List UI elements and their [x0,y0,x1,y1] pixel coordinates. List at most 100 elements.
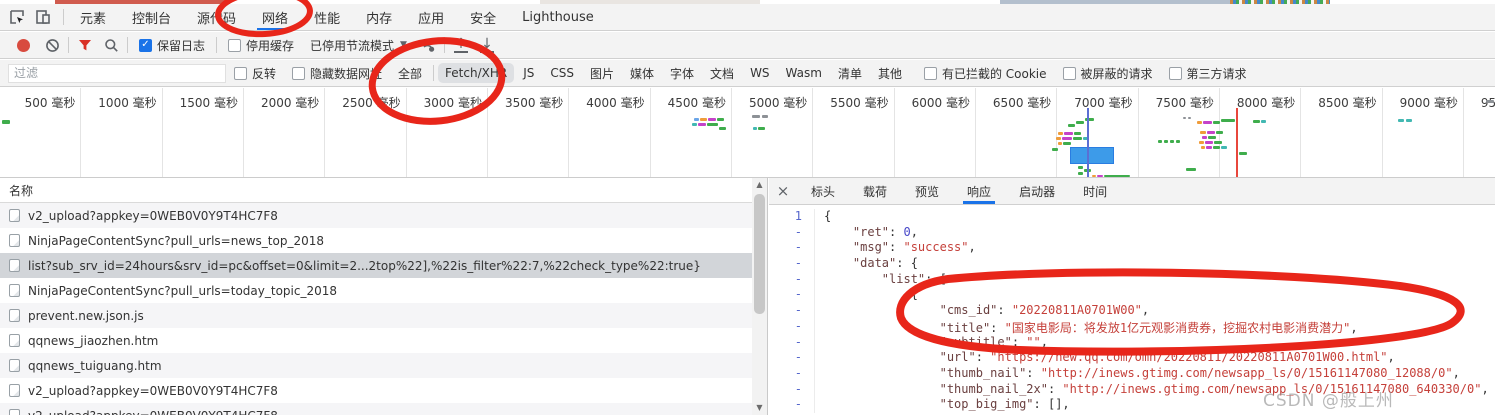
code-text: "msg": "success", [852,240,976,255]
invert-label: 反转 [252,66,277,81]
gutter-marker[interactable]: - [769,350,815,366]
filter-icon[interactable] [72,33,98,57]
gutter-marker[interactable]: - [769,256,815,272]
tab-源代码[interactable]: 源代码 [184,4,249,30]
waterfall-mark [752,115,760,118]
gutter-marker[interactable]: - [769,397,815,413]
network-conditions-icon[interactable] [415,33,441,57]
tab-性能[interactable]: 性能 [301,4,353,30]
request-row[interactable]: list?sub_srv_id=24hours&srv_id=pc&offset… [0,253,753,278]
detail-tab-标头[interactable]: 标头 [797,178,849,204]
filter-pill-Wasm[interactable]: Wasm [779,63,829,83]
gutter-marker[interactable]: - [769,318,815,335]
filter-pill-媒体[interactable]: 媒体 [623,62,661,85]
checkbox-checked[interactable]: ✓ [139,38,152,52]
filter-pill-JS[interactable]: JS [516,63,541,83]
record-button[interactable] [17,38,30,52]
code-text: "thumb_nail": "http://inews.gtimg.com/ne… [939,365,1460,380]
preserve-log-checkbox[interactable]: ✓ 保留日志 [139,37,205,54]
request-row[interactable]: qqnews_jiaozhen.htm [0,328,753,353]
blocked-requests-checkbox[interactable]: 被屏蔽的请求 [1062,65,1153,82]
device-toolbar-icon[interactable] [30,5,56,29]
timeline-tick-label: 4500 毫秒 [667,96,726,110]
name-header-label: 名称 [9,183,34,198]
checkbox-unchecked[interactable] [234,66,247,80]
waterfall-mark [2,120,10,124]
request-row[interactable]: v2_upload?appkey=0WEB0V0Y9T4HC7F8 [0,403,753,415]
gutter-marker[interactable]: - [769,271,815,288]
response-body[interactable]: 1{- "ret": 0, - "msg": "success", - "data"… [769,205,1495,415]
invert-checkbox[interactable]: 反转 [234,65,276,82]
detail-tab-时间[interactable]: 时间 [1069,178,1121,204]
request-row[interactable]: qqnews_tuiguang.htm [0,353,753,378]
request-row[interactable]: prevent.new.json.js [0,303,753,328]
search-icon[interactable] [98,33,124,57]
import-har-icon[interactable]: ↑ [448,33,474,57]
checkbox-unchecked[interactable] [923,66,937,80]
tab-应用[interactable]: 应用 [405,4,457,30]
checkbox-unchecked[interactable] [228,38,242,52]
request-row[interactable]: NinjaPageContentSync?pull_urls=today_top… [0,278,753,303]
filter-pill-字体[interactable]: 字体 [663,62,701,85]
column-header-name[interactable]: 名称 [0,178,767,203]
gutter-marker[interactable]: - [769,365,815,382]
close-icon[interactable]: × [769,182,797,200]
request-row[interactable]: NinjaPageContentSync?pull_urls=news_top_… [0,228,753,253]
gutter-marker[interactable]: - [769,334,815,351]
gutter-marker[interactable]: - [769,224,815,241]
detail-tab-预览[interactable]: 预览 [901,178,953,204]
filter-pill-图片[interactable]: 图片 [583,62,621,85]
scroll-down-icon[interactable]: ▼ [752,401,767,415]
checkbox-unchecked[interactable] [1062,66,1076,80]
inspect-element-icon[interactable] [4,5,30,29]
network-overview-timeline[interactable]: 500 毫秒 1000 毫秒 1500 毫秒 2000 毫秒 2500 毫秒 3000 毫… [0,88,1495,178]
third-party-checkbox[interactable]: 第三方请求 [1168,65,1247,82]
request-row[interactable]: v2_upload?appkey=0WEB0V0Y9T4HC7F8 [0,203,753,228]
waterfall-mark [1203,121,1212,124]
tab-安全[interactable]: 安全 [457,4,509,30]
filter-pill-CSS[interactable]: CSS [543,63,581,83]
scrollbar-thumb[interactable] [754,194,765,314]
checkbox-unchecked[interactable] [292,66,306,80]
code-line: 1{ [769,209,1495,225]
waterfall-mark [1158,140,1162,143]
request-row[interactable]: v2_upload?appkey=0WEB0V0Y9T4HC7F8 [0,378,753,403]
checkbox-unchecked[interactable] [1168,66,1182,80]
filter-pill-文档[interactable]: 文档 [703,62,741,85]
disable-cache-checkbox[interactable]: 停用缓存 [228,37,294,54]
throttling-dropdown[interactable]: 已停用节流模式 ▼ [310,37,407,54]
tab-内存[interactable]: 内存 [353,4,405,30]
blocked-cookies-checkbox[interactable]: 有已拦截的 Cookie [923,65,1047,82]
filter-pill-清单[interactable]: 清单 [831,62,869,85]
gutter-marker[interactable]: - [769,240,815,257]
gutter-marker[interactable]: 1 [769,209,815,225]
scrollbar[interactable]: ▲ ▼ [752,178,767,415]
clear-icon[interactable] [39,33,65,57]
tab-控制台[interactable]: 控制台 [119,4,184,30]
scroll-up-icon[interactable]: ▲ [752,178,767,192]
waterfall-mark [1406,119,1412,122]
detail-tab-响应[interactable]: 响应 [953,178,1005,204]
filter-input[interactable] [8,63,226,83]
filter-pill-其他[interactable]: 其他 [871,62,909,85]
hide-data-urls-checkbox[interactable]: 隐藏数据网址 [292,65,382,82]
filter-pill-WS[interactable]: WS [743,63,776,83]
waterfall-mark [707,123,718,126]
gutter-marker[interactable]: - [769,381,815,398]
request-name: v2_upload?appkey=0WEB0V0Y9T4HC7F8 [28,409,278,415]
tab-网络[interactable]: 网络 [249,4,301,30]
file-icon [9,409,20,415]
detail-tab-启动器[interactable]: 启动器 [1005,178,1069,204]
code-line: - "list": [ [769,271,1495,288]
detail-tab-载荷[interactable]: 载荷 [849,178,901,204]
tab-元素[interactable]: 元素 [67,4,119,30]
gutter-marker[interactable]: - [769,303,815,319]
filter-pill-Fetch/XHR[interactable]: Fetch/XHR [438,63,515,83]
tab-Lighthouse[interactable]: Lighthouse [509,4,607,30]
export-har-icon[interactable]: ↓ [474,33,500,57]
waterfall-mark [1092,175,1096,177]
filter-pill-全部[interactable]: 全部 [391,62,429,85]
code-text: "subtitle": "", [939,334,1048,349]
code-text: "data": { [852,256,918,271]
gutter-marker[interactable]: - [769,287,815,304]
